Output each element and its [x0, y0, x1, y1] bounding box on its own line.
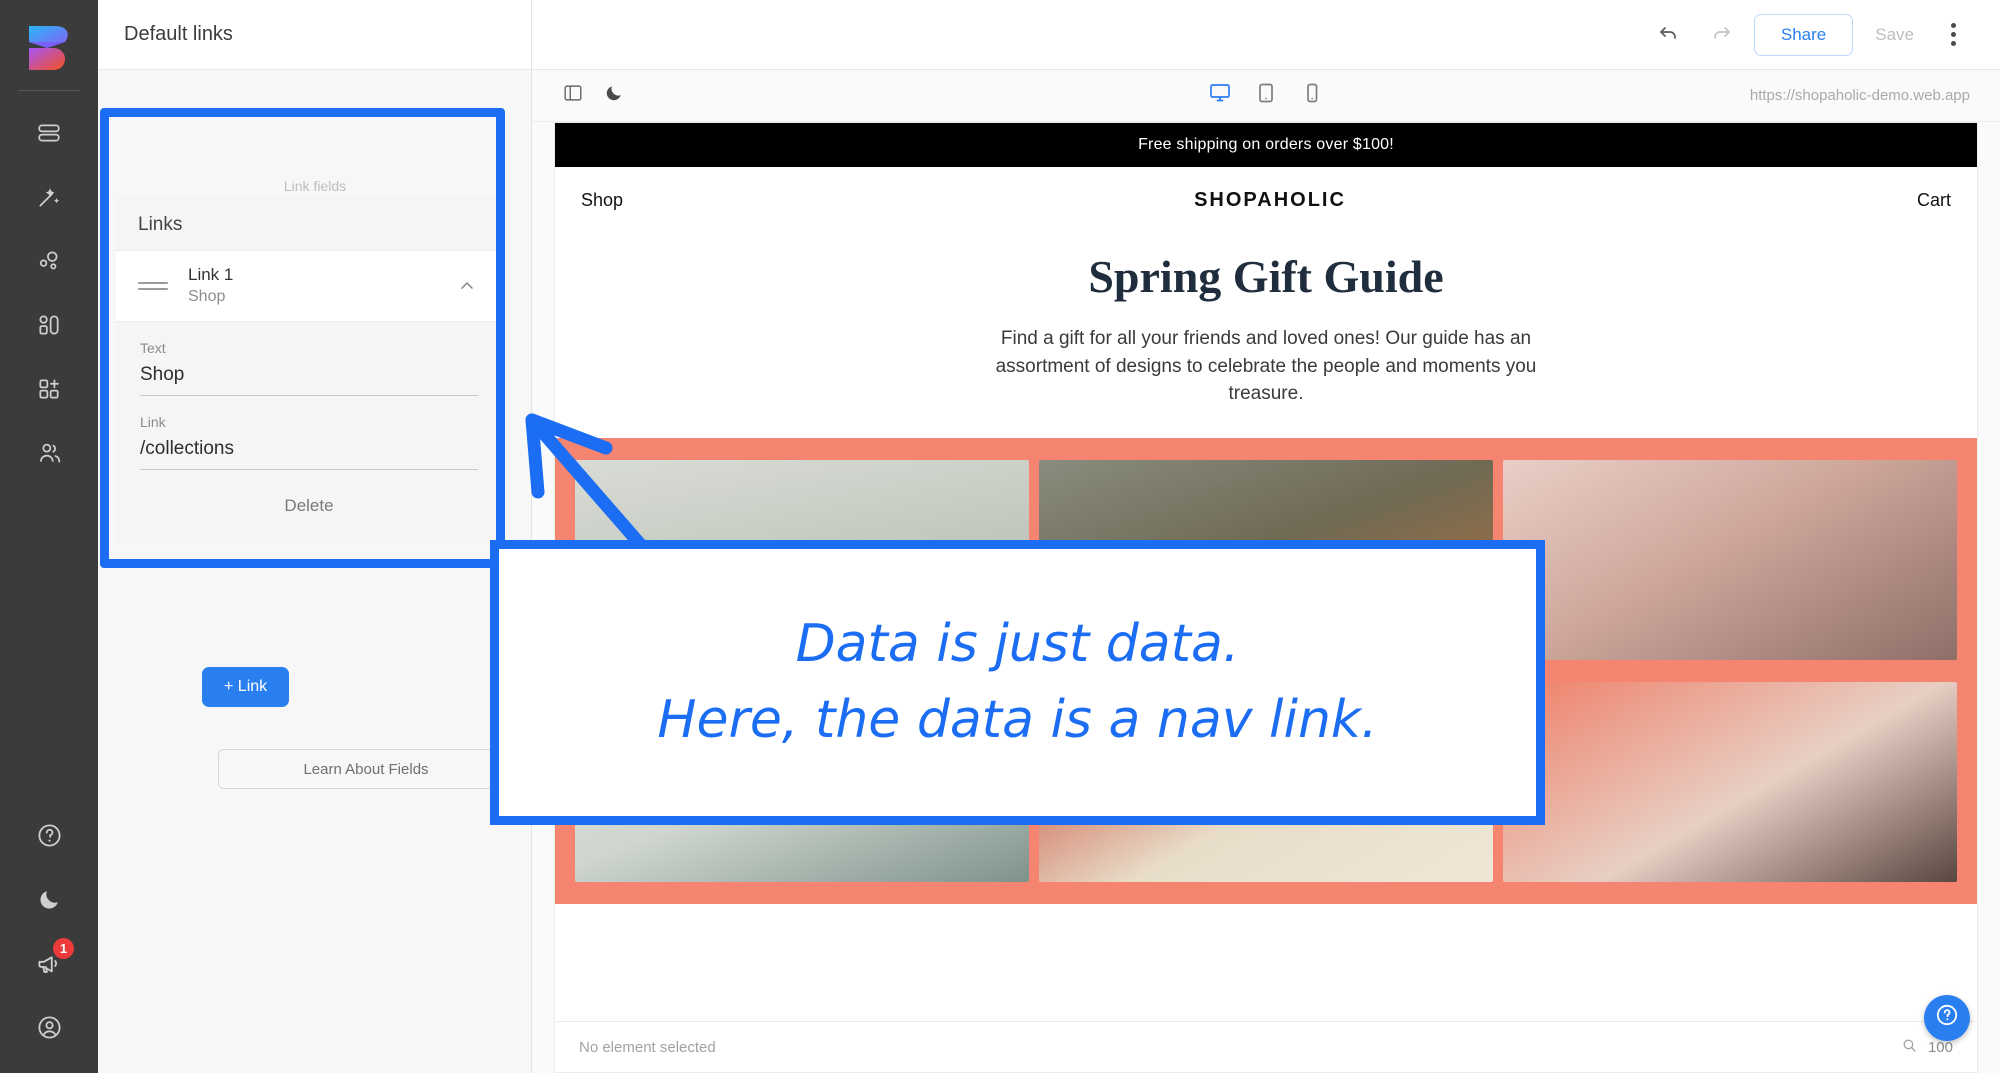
undo-button[interactable] — [1650, 16, 1688, 54]
annotation-line-1: Data is just data. — [795, 614, 1240, 675]
people-icon — [36, 440, 62, 466]
sidebar-item-announcements[interactable]: 1 — [22, 938, 76, 988]
editor-toolbar: Share Save — [532, 0, 2000, 70]
preview-toolbar: https://shopaholic-demo.web.app — [532, 70, 2000, 122]
editor-area: Share Save https://shopaholic-demo.web.a… — [532, 0, 2000, 1073]
nodes-icon — [36, 248, 62, 274]
link-row-title: Link 1 — [188, 265, 234, 285]
link-row-subtitle: Shop — [188, 288, 226, 306]
app-root: 1 Default links Link fields Links Link 1… — [0, 0, 2000, 1073]
list-item[interactable]: Link 1 Shop — [116, 250, 502, 322]
magnifier-icon — [1901, 1037, 1918, 1058]
annotation-callout: Data is just data. Here, the data is a n… — [490, 540, 1545, 825]
help-circle-icon — [36, 822, 63, 849]
chevron-up-icon[interactable] — [454, 273, 480, 299]
link-row-text: Link 1 Shop — [168, 264, 454, 308]
sidebar-item-layers[interactable] — [22, 108, 76, 158]
share-button[interactable]: Share — [1753, 13, 1854, 56]
sidebar-item-nodes[interactable] — [22, 236, 76, 286]
links-card: Links Link 1 Shop Text Link — [116, 196, 502, 542]
inspector-body: Link fields Links Link 1 Shop Text Shop … — [98, 70, 531, 1073]
redo-arrow-icon — [1709, 21, 1733, 48]
page-title: Default links — [124, 23, 233, 45]
site-brand: SHOPAHOLIC — [1194, 189, 1346, 211]
gallery-image — [1503, 681, 1957, 882]
desktop-icon[interactable] — [1208, 81, 1232, 110]
site-navbar: Shop SHOPAHOLIC Cart — [555, 167, 1977, 234]
promo-banner: Free shipping on orders over $100! — [555, 123, 1977, 167]
tablet-icon[interactable] — [1254, 81, 1278, 110]
bravo-b-logo[interactable] — [21, 20, 77, 76]
delete-button[interactable]: Delete — [284, 496, 333, 516]
inspector-panel: Default links Link fields Links Link 1 S… — [98, 0, 532, 1073]
zoom-value: 100 — [1927, 1038, 1953, 1056]
selection-status: No element selected — [579, 1038, 716, 1056]
more-vertical-icon[interactable] — [1936, 16, 1970, 54]
learn-about-fields-button[interactable]: Learn About Fields — [218, 749, 514, 789]
account-icon — [36, 1014, 63, 1041]
sidebar-item-add-component[interactable] — [22, 364, 76, 414]
link-field-label: Link — [140, 414, 166, 430]
inspector-header: Default links — [98, 0, 531, 70]
rail-bottom-group: 1 — [0, 803, 98, 1059]
status-bar: No element selected 100 — [554, 1021, 1978, 1073]
text-field-group: Text — [116, 322, 502, 396]
add-component-icon — [36, 376, 62, 402]
sidebar-item-account[interactable] — [22, 1002, 76, 1052]
hero-section: Spring Gift Guide Find a gift for all yo… — [555, 234, 1977, 438]
components-icon — [36, 312, 62, 338]
panel-toggle-icon[interactable] — [562, 82, 584, 109]
moon-icon[interactable] — [604, 83, 624, 108]
moon-icon — [37, 887, 62, 912]
hero-title: Spring Gift Guide — [1088, 251, 1444, 302]
left-rail: 1 — [0, 0, 98, 1073]
sidebar-item-people[interactable] — [22, 428, 76, 478]
link-field-group: Link — [116, 396, 502, 470]
hero-body: Find a gift for all your friends and lov… — [995, 328, 1537, 405]
gallery-image — [1503, 459, 1957, 660]
save-button[interactable]: Save — [1867, 15, 1922, 55]
links-section-label: Links — [116, 196, 502, 250]
drag-handle-icon[interactable] — [138, 282, 168, 290]
sidebar-item-components[interactable] — [22, 300, 76, 350]
rail-divider — [18, 90, 80, 91]
undo-arrow-icon — [1657, 21, 1681, 48]
delete-row: Delete — [116, 470, 502, 542]
obscured-section-label: Link fields — [283, 178, 347, 194]
preview-left-controls — [562, 82, 624, 109]
sidebar-item-magic[interactable] — [22, 172, 76, 222]
redo-button[interactable] — [1702, 16, 1740, 54]
nav-link-cart[interactable]: Cart — [1917, 190, 1951, 211]
sidebar-item-dark-mode[interactable] — [22, 874, 76, 924]
text-field-input[interactable] — [140, 362, 478, 396]
help-fab-button[interactable] — [1924, 995, 1970, 1041]
magic-wand-icon — [36, 184, 62, 210]
preview-url: https://shopaholic-demo.web.app — [1749, 87, 1970, 104]
text-field-label: Text — [140, 340, 166, 356]
layers-icon — [36, 120, 62, 146]
announcement-badge: 1 — [53, 938, 74, 959]
sidebar-item-help[interactable] — [22, 810, 76, 860]
link-field-input[interactable] — [140, 436, 478, 470]
add-link-button[interactable]: + Link — [202, 667, 290, 707]
mobile-icon[interactable] — [1300, 81, 1324, 110]
question-mark-icon — [1935, 1003, 1959, 1033]
nav-link-shop[interactable]: Shop — [581, 190, 623, 211]
annotation-line-2: Here, the data is a nav link. — [657, 689, 1378, 750]
